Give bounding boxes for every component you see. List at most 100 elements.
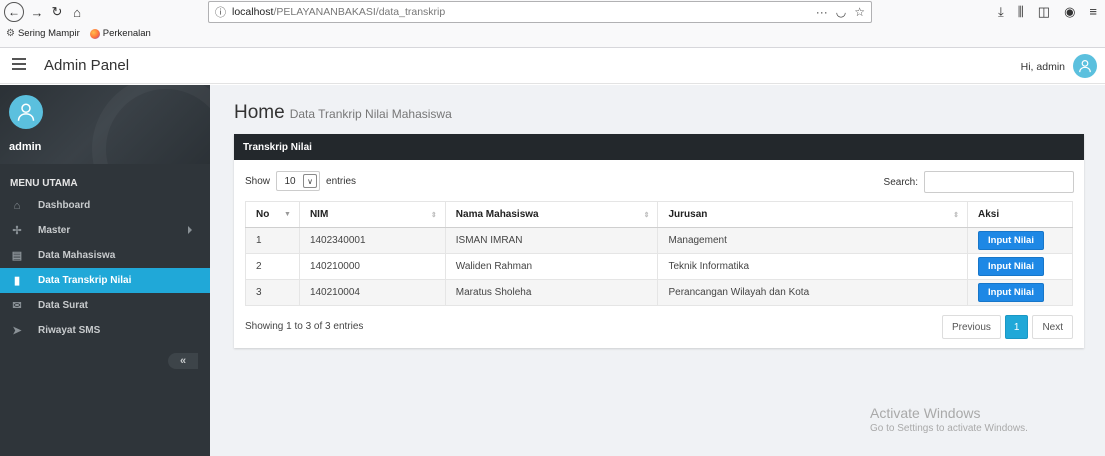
app-title: Admin Panel — [44, 57, 130, 74]
browser-toolbar: ← → ↻ ⌂ ⓘ localhost/PELAYANANBAKASI/data… — [0, 0, 1105, 48]
table-row: 1 1402340001 ISMAN IMRAN Management Inpu… — [245, 227, 1073, 254]
column-header-jurusan[interactable]: Jurusan ⇕ — [657, 201, 969, 228]
pagination-next[interactable]: Next — [1032, 315, 1073, 339]
clipboard-icon: ▮ — [13, 275, 21, 287]
sidebar-item-label: Dashboard — [38, 200, 91, 211]
avatar[interactable] — [9, 95, 43, 129]
menu-icon[interactable]: ≡ — [1089, 4, 1097, 20]
watermark-subtitle: Go to Settings to activate Windows. — [870, 423, 1028, 434]
sort-desc-icon: ▼ — [284, 211, 291, 218]
sort-icon: ⇕ — [953, 212, 960, 219]
sidebar-item-label: Riwayat SMS — [38, 325, 101, 336]
cell-no: 2 — [245, 253, 300, 280]
sidebar-item-data-surat[interactable]: ✉ Data Surat — [0, 293, 210, 318]
page-subheading: Data Trankrip Nilai Mahasiswa — [289, 107, 452, 121]
sidebar-item-dashboard[interactable]: ⌂ Dashboard — [0, 193, 210, 218]
search-control: Search: — [884, 171, 1074, 193]
sidebar-toggle-icon[interactable]: ◫ — [1038, 4, 1050, 20]
search-input[interactable] — [924, 171, 1074, 193]
card-title: Transkrip Nilai — [234, 134, 1084, 160]
app-header: Admin Panel Hi, admin — [0, 49, 1105, 84]
browser-nav: ← → ↻ ⌂ — [4, 2, 84, 22]
user-greeting[interactable]: Hi, admin — [1021, 61, 1065, 73]
entries-length-control: Show 10 ∨ entries — [245, 171, 356, 191]
sidebar-item-label: Data Transkrip Nilai — [38, 275, 132, 286]
table-controls: Show 10 ∨ entries Search: — [234, 160, 1084, 198]
sidebar-item-data-transkrip-nilai[interactable]: ▮ Data Transkrip Nilai — [0, 268, 210, 293]
cell-jurusan: Perancangan Wilayah dan Kota — [657, 279, 969, 306]
user-icon — [17, 103, 35, 121]
input-nilai-button[interactable]: Input Nilai — [978, 231, 1045, 250]
sidebar-profile: admin — [0, 85, 210, 164]
cell-jurusan: Management — [657, 227, 969, 254]
cell-nim: 1402340001 — [299, 227, 446, 254]
cell-aksi: Input Nilai — [967, 279, 1073, 306]
gear-icon: ⚙ — [6, 28, 15, 39]
entries-select-value: 10 — [284, 175, 296, 187]
sidebar-item-label: Master — [38, 225, 71, 236]
watermark-title: Activate Windows — [870, 405, 981, 421]
library-icon[interactable]: ⫼ — [1018, 4, 1024, 20]
url-actions: ··· ◡ ☆ — [816, 5, 865, 19]
table-header-row: No ▼ NIM ⇕ Nama Mahasiswa ⇕ Jurusan ⇕ Aksi — [245, 201, 1073, 228]
search-label: Search: — [883, 176, 918, 188]
cell-nama: ISMAN IMRAN — [445, 227, 659, 254]
back-arrow-icon[interactable]: ← — [4, 2, 24, 22]
sidebar-collapse-button[interactable]: « — [168, 353, 198, 369]
url-host: localhost — [232, 6, 274, 18]
sidebar-item-label: Data Surat — [38, 300, 89, 311]
pagination-previous[interactable]: Previous — [941, 315, 1001, 339]
hamburger-icon[interactable] — [12, 58, 26, 73]
cell-no: 1 — [245, 227, 300, 254]
home-icon[interactable]: ⌂ — [70, 5, 84, 20]
bookmark-perkenalan[interactable]: Perkenalan — [89, 28, 151, 39]
reload-icon[interactable]: ↻ — [50, 4, 64, 20]
column-header-nim[interactable]: NIM ⇕ — [299, 201, 446, 228]
paper-plane-icon: ➤ — [12, 325, 22, 337]
info-icon[interactable]: ⓘ — [215, 4, 226, 20]
entries-select[interactable]: 10 ∨ — [276, 171, 321, 191]
cell-nama: Waliden Rahman — [445, 253, 659, 280]
home-icon: ⌂ — [13, 199, 21, 212]
pagination: Previous 1 Next — [941, 315, 1073, 339]
url-bar[interactable]: ⓘ localhost/PELAYANANBAKASI/data_transkr… — [208, 1, 872, 23]
bookmark-sering-mampir[interactable]: ⚙ Sering Mampir — [6, 28, 80, 39]
sidebar: admin MENU UTAMA ⌂ Dashboard ✢ Master ▤ … — [0, 85, 210, 456]
sort-icon: ⇕ — [430, 212, 437, 219]
chevron-down-icon: ∨ — [303, 174, 318, 188]
transkrip-table: No ▼ NIM ⇕ Nama Mahasiswa ⇕ Jurusan ⇕ Aksi 1… — [245, 201, 1073, 306]
menu-title: MENU UTAMA — [10, 178, 78, 189]
url-path: /PELAYANANBAKASI/data_transkrip — [273, 6, 446, 18]
table-row: 2 140210000 Waliden Rahman Teknik Inform… — [245, 253, 1073, 280]
cell-nim: 140210000 — [299, 253, 446, 280]
bookmarks-bar: ⚙ Sering Mampir Perkenalan — [6, 28, 151, 39]
pagination-page-1[interactable]: 1 — [1004, 315, 1029, 339]
forward-arrow-icon[interactable]: → — [30, 5, 44, 20]
bookmark-label: Sering Mampir — [17, 28, 80, 39]
caret-right-icon — [188, 226, 192, 234]
profile-username: admin — [9, 141, 42, 153]
input-nilai-button[interactable]: Input Nilai — [978, 257, 1045, 276]
bookmark-label: Perkenalan — [102, 28, 151, 39]
length-prefix: Show — [245, 175, 271, 187]
pocket-icon[interactable]: ◡ — [836, 5, 846, 19]
fan-icon: ✢ — [12, 225, 22, 237]
cell-jurusan: Teknik Informatika — [657, 253, 969, 280]
user-icon — [1079, 59, 1091, 73]
sidebar-item-label: Data Mahasiswa — [38, 250, 116, 261]
avatar[interactable] — [1073, 54, 1097, 78]
bookmark-star-icon[interactable]: ☆ — [854, 5, 865, 19]
column-header-nama[interactable]: Nama Mahasiswa ⇕ — [445, 201, 659, 228]
download-icon[interactable]: ⤓ — [998, 4, 1004, 20]
page-title: Home Data Trankrip Nilai Mahasiswa — [234, 102, 452, 124]
sidebar-item-data-mahasiswa[interactable]: ▤ Data Mahasiswa — [0, 243, 210, 268]
page-actions-icon[interactable]: ··· — [816, 5, 828, 19]
sidebar-item-master[interactable]: ✢ Master — [0, 218, 210, 243]
page-heading: Home — [234, 102, 285, 123]
column-header-no[interactable]: No ▼ — [245, 201, 300, 228]
cell-nim: 140210004 — [299, 279, 446, 306]
input-nilai-button[interactable]: Input Nilai — [978, 283, 1045, 302]
sidebar-item-riwayat-sms[interactable]: ➤ Riwayat SMS — [0, 318, 210, 343]
sort-icon: ⇕ — [643, 212, 650, 219]
account-icon[interactable]: ◉ — [1064, 4, 1075, 20]
